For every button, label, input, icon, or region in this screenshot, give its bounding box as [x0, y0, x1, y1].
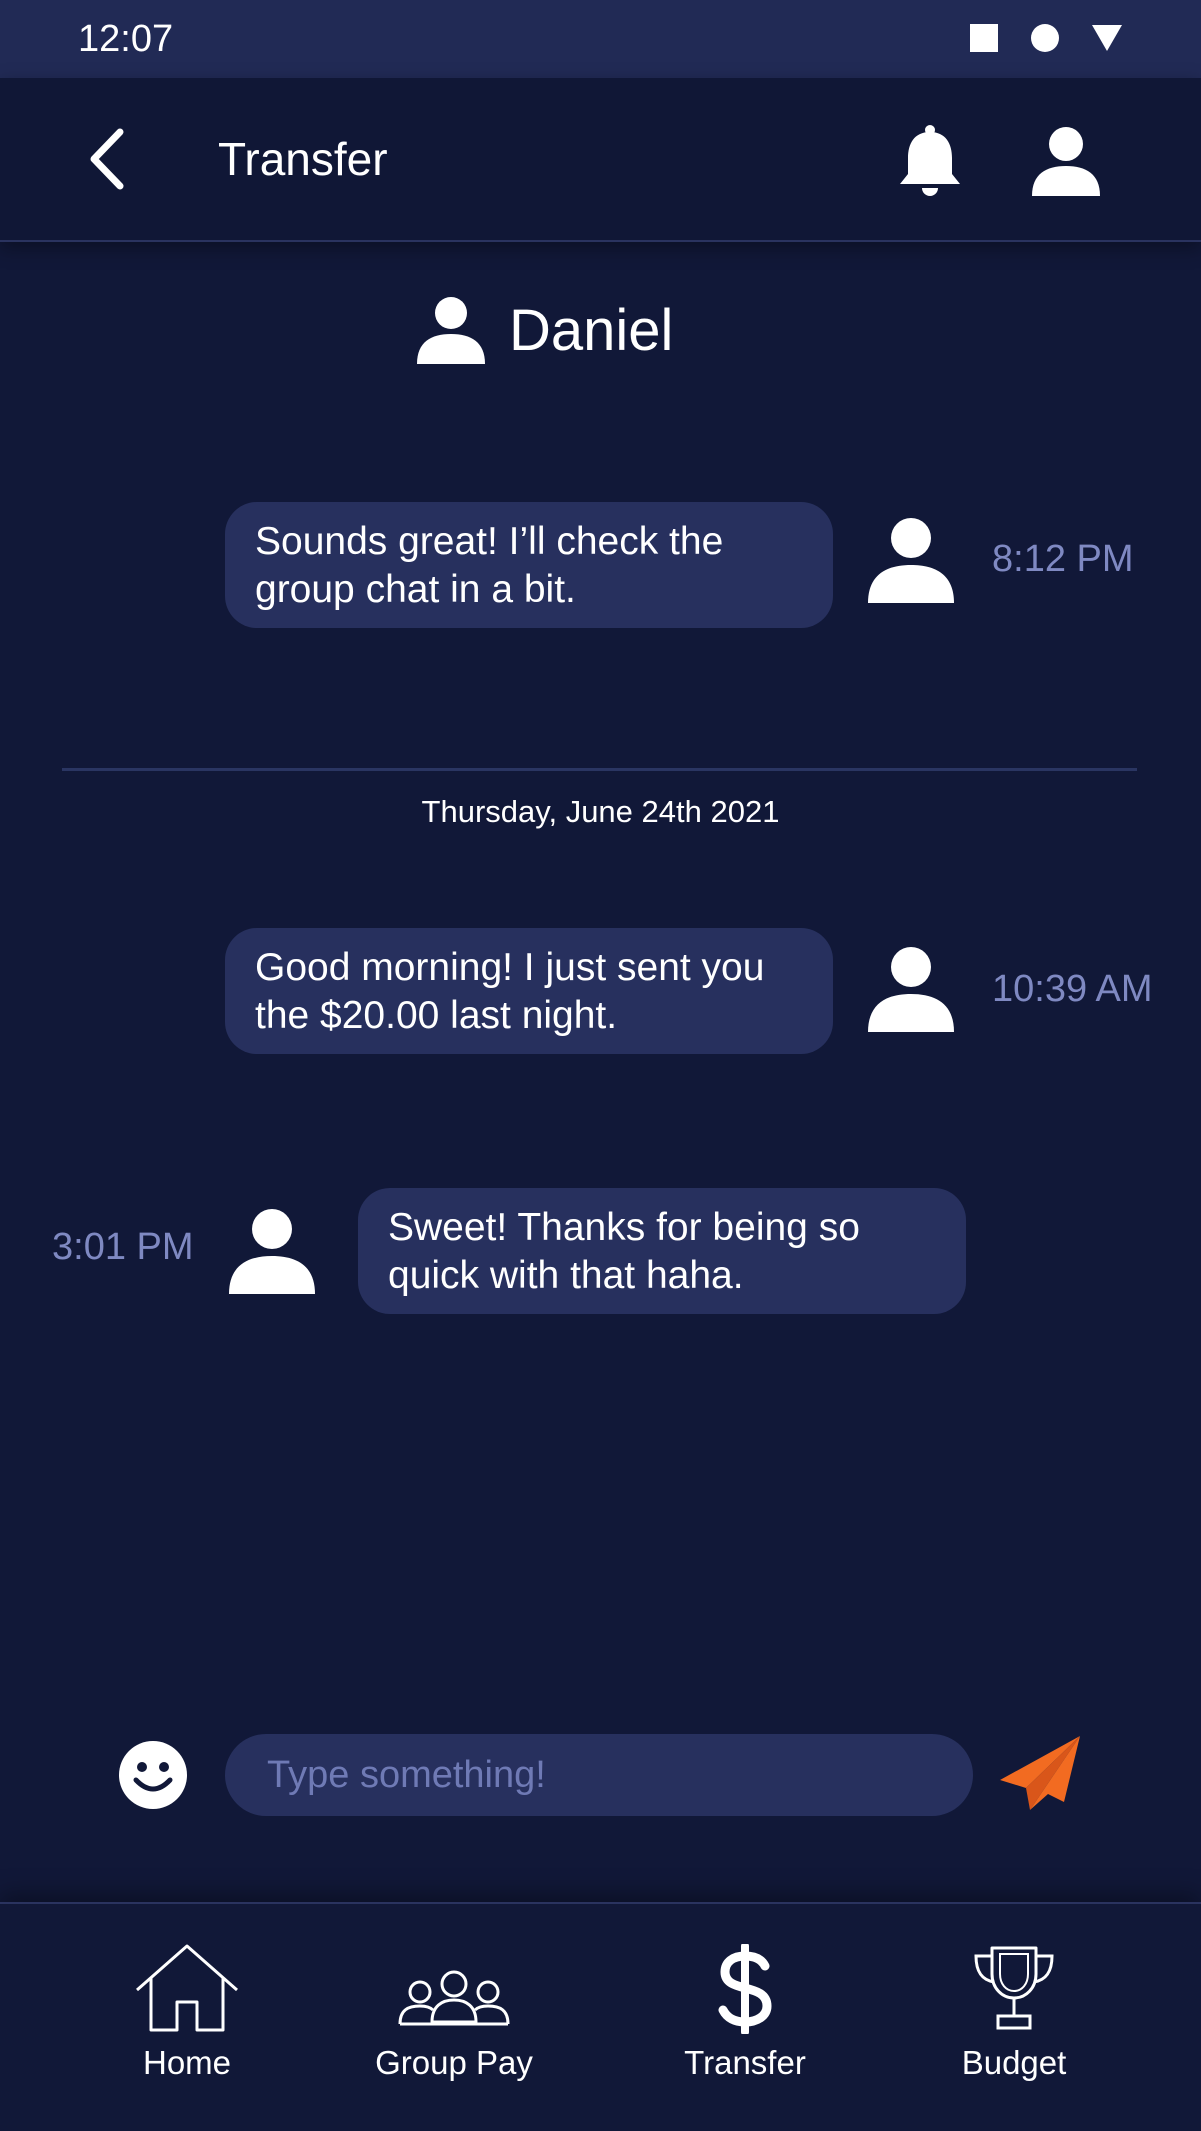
nav-item-transfer[interactable]: Transfer	[635, 1944, 855, 2094]
transfer-chat-screen: 12:07 Transfer Daniel Sounds great! I’ll…	[0, 0, 1201, 2131]
message-bubble: Sounds great! I’ll check the group chat …	[225, 502, 833, 628]
notifications-button[interactable]	[896, 124, 964, 198]
dollar-icon	[718, 1944, 772, 2034]
emoji-button[interactable]	[118, 1740, 188, 1810]
back-button[interactable]	[82, 126, 142, 192]
nav-label-group-pay: Group Pay	[375, 2044, 533, 2081]
date-separator: Thursday, June 24th 2021	[421, 794, 780, 829]
app-bar: Transfer	[0, 78, 1201, 242]
message-timestamp: 8:12 PM	[992, 538, 1134, 580]
bottom-nav: Home Group Pay Transfer Budget	[0, 1902, 1201, 2131]
contact-header: Daniel	[415, 296, 673, 364]
bell-icon	[900, 125, 960, 196]
profile-icon	[1032, 127, 1100, 196]
status-icons	[969, 22, 1123, 54]
triangle-icon	[1092, 25, 1122, 51]
message-input[interactable]	[225, 1734, 973, 1816]
paper-plane-icon	[1000, 1736, 1080, 1810]
nav-item-budget[interactable]: Budget	[904, 1944, 1124, 2094]
square-icon	[970, 24, 998, 52]
message-timestamp: 3:01 PM	[52, 1226, 194, 1268]
nav-item-group-pay[interactable]: Group Pay	[344, 1944, 564, 2094]
message-timestamp: 10:39 AM	[992, 968, 1153, 1010]
trophy-icon	[974, 1946, 1054, 2030]
nav-item-home[interactable]: Home	[77, 1944, 297, 2094]
smiley-icon	[119, 1741, 187, 1809]
user-avatar-icon	[868, 947, 954, 1032]
message-bubble: Sweet! Thanks for being so quick with th…	[358, 1188, 966, 1314]
contact-avatar-icon	[417, 297, 485, 364]
send-button[interactable]	[996, 1730, 1084, 1818]
message-bubble: Good morning! I just sent you the $20.00…	[225, 928, 833, 1054]
nav-label-budget: Budget	[961, 2044, 1067, 2081]
back-arrow-icon	[90, 128, 124, 190]
status-bar: 12:07	[0, 0, 1201, 78]
contact-avatar-icon	[229, 1209, 315, 1294]
home-icon	[136, 1944, 238, 2032]
date-divider	[62, 768, 1137, 771]
group-icon	[398, 1970, 510, 2026]
circle-icon	[1031, 24, 1059, 52]
profile-button[interactable]	[1030, 126, 1102, 196]
page-title: Transfer	[218, 133, 388, 185]
nav-label-transfer: Transfer	[684, 2044, 806, 2081]
nav-label-home: Home	[142, 2044, 232, 2081]
user-avatar-icon	[868, 518, 954, 603]
status-time: 12:07	[78, 18, 174, 60]
contact-name: Daniel	[509, 297, 674, 363]
